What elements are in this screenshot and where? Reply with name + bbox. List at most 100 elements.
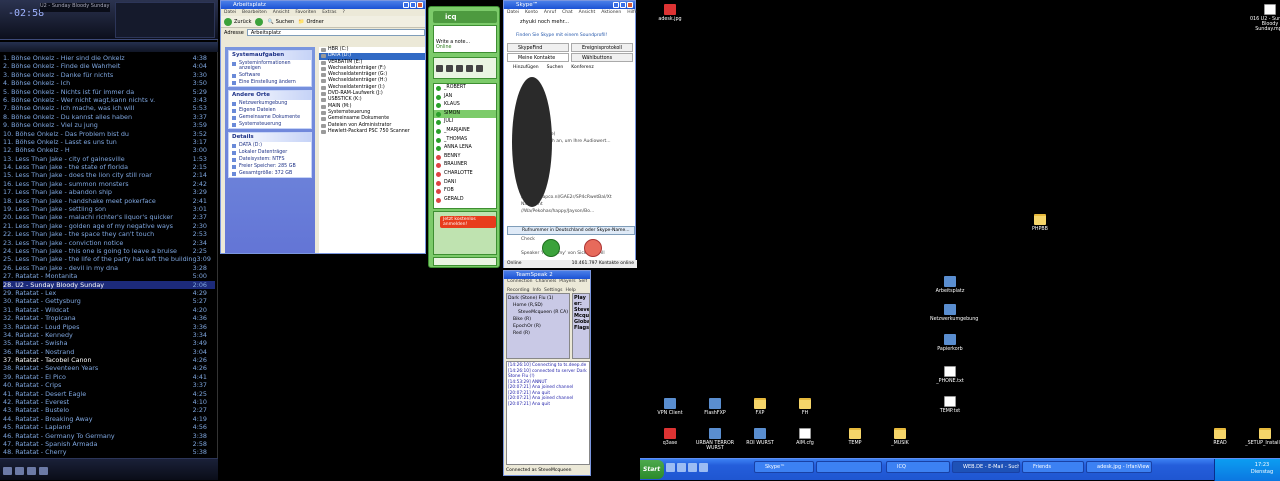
search-icon[interactable] [476,64,483,72]
channel-tree-item[interactable]: Home (R,SD) [508,302,568,309]
skype-contact[interactable]: //Wa/Pekohas/happy/Jayson/Bo... [509,208,634,215]
playlist-item[interactable]: 20. Less Than Jake - malachi richter's l… [3,213,215,221]
tab-ereignisprotokoll[interactable]: Ereignisprotokoll [571,43,633,52]
desktop-icon[interactable]: Netzwerkumgebung [930,304,978,322]
menu-item[interactable]: ? [342,9,344,16]
playlist-item[interactable]: 32. Ratatat - Tropicana 4:36 [3,314,215,322]
back-button[interactable]: Zurück [224,17,251,26]
desktop-icon[interactable]: Arbeitsplatz [930,276,970,294]
playlist-item[interactable]: 8. Böhse Onkelz - Du kannst alles haben 3… [3,113,215,121]
skype-titlebar[interactable]: Skype™ [504,1,635,9]
menu-item[interactable]: Ansicht [273,9,290,16]
desktop-icon[interactable]: FH [785,398,825,416]
playlist-item[interactable]: 35. Ratatat - Swisha 3:49 [3,339,215,347]
tab-waehlbuttons[interactable]: Wählbuttons [571,53,633,62]
desktop-icon[interactable]: FXP [740,398,780,416]
playlist-item[interactable]: 36. Ratatat - Nostrand 3:04 [3,348,215,356]
icq-advert[interactable]: Jetzt kostenlos anmelden! [433,211,497,255]
task-panel-link[interactable]: Netzwerkumgebung [229,100,311,107]
playlist-item[interactable]: 22. Less Than Jake - the space they can'… [3,230,215,238]
search-button[interactable]: 🔍 Suchen [267,19,294,25]
playlist-item[interactable]: 23. Less Than Jake - conviction notice 2:… [3,239,215,247]
icq-contact[interactable]: BENNY [434,153,496,162]
playlist-item[interactable]: 33. Ratatat - Loud Pipes 3:36 [3,323,215,331]
playlist-item[interactable]: 47. Ratatat - Spanish Armada 2:58 [3,440,215,448]
icq-status[interactable]: Online [436,45,494,50]
menu-item[interactable]: Datei [224,9,236,16]
task-panel-link[interactable]: Dateisystem: NTFS [229,156,311,163]
teamspeak-titlebar[interactable]: TeamSpeak 2 [504,271,590,279]
task-panel-link[interactable]: DATA (D:) [229,142,311,149]
menu-item[interactable]: Extras [322,9,336,16]
icq-contact[interactable]: JULI [434,118,496,127]
desktop-icon[interactable]: TEMP.txt [930,396,970,414]
menu-item[interactable]: Bearbeiten [242,9,267,16]
desktop-icon[interactable]: q3ase [650,428,690,446]
menu-item[interactable]: Anruf [544,9,556,16]
icq-contact[interactable]: SIMON [434,109,496,119]
desktop-icon[interactable]: adesk.jpg [650,4,690,22]
menu-item[interactable]: Self [579,279,587,285]
task-panel-link[interactable]: Eine Einstellung ändern [229,79,311,86]
skype-contact[interactable] [509,243,634,250]
task-panel-link[interactable]: Gemeinsame Dokumente [229,114,311,121]
icq-contact[interactable]: GERALD [434,196,496,205]
playlist-item[interactable]: 25. Less Than Jake - the life of the par… [3,255,215,263]
playlist-item[interactable]: 6. Böhse Onkelz - Wer nicht wagt,kann ni… [3,96,215,104]
playlist-item[interactable]: 3. Böhse Onkelz - Danke für nichts 3:30 [3,71,215,79]
drive-item[interactable]: Hewlett-Packard PSC 750 Scanner [319,129,425,135]
task-panel-title[interactable]: Systemaufgaben [229,51,311,60]
icq-contact[interactable]: JAN [434,93,496,102]
playlist-item[interactable]: 5. Böhse Onkelz - Nichts ist für immer d… [3,88,215,96]
add-icon[interactable] [3,467,12,475]
playlist-item[interactable]: 24. Less Than Jake - this one is going t… [3,247,215,255]
skype-promo-link[interactable]: Finden Sie Skype mit einem Soundprofil! [516,33,607,38]
playlist-item[interactable]: 43. Ratatat - Bustelo 2:27 [3,406,215,414]
desktop-icon[interactable]: PHPBB [1020,214,1060,232]
channel-tree-item[interactable]: EpochOr (R) [508,323,568,330]
close-icon[interactable] [627,2,633,8]
desktop-icon[interactable]: FlashFXP [695,398,735,416]
icq-contact[interactable]: DANI [434,179,496,188]
menu-item[interactable]: Channels [535,279,556,285]
skype-contact[interactable]: Speaker 'Fred Army' von Sick Of It All [509,250,634,257]
taskbar-button[interactable]: Friends [1022,461,1084,473]
menu-item[interactable]: Konto [525,9,538,16]
games-icon[interactable] [456,64,463,72]
tab-skypefind[interactable]: SkypeFind [507,43,569,52]
menu-item[interactable]: Favoriten [295,9,316,16]
browser-icon[interactable] [677,463,686,472]
maximize-icon[interactable] [410,2,416,8]
icq-contact[interactable]: _THOMAS [434,136,496,145]
menu-item[interactable]: Ansicht [579,9,596,16]
channel-tree-item[interactable]: Bike (R) [508,316,568,323]
task-panel-link[interactable]: Gesamtgröße: 372 GB [229,170,311,177]
playlist-item[interactable]: 14. Less Than Jake - the state of florid… [3,163,215,171]
playlist-item[interactable]: 38. Ratatat - Seventeen Years 4:26 [3,364,215,372]
playlist-item[interactable]: 39. Ratatat - El Pico 4:41 [3,373,215,381]
playlist-item[interactable]: 44. Ratatat - Breaking Away 4:19 [3,415,215,423]
skype-mood[interactable]: zhyuki noch mehr... [520,19,569,25]
task-panel-link[interactable]: Software [229,72,311,79]
desktop-icon[interactable]: TEMP [835,428,875,446]
clock[interactable]: 17:23 Dienstag [1245,462,1279,476]
desktop-icon[interactable]: URBAN TERROR WURST [695,428,735,451]
task-panel-link[interactable]: Systeminformationen anzeigen [229,60,311,72]
menu-item[interactable]: Chat [562,9,573,16]
playlist-item[interactable]: 27. Ratatat - Montanita 5:00 [3,272,215,280]
playlist-item[interactable]: 13. Less Than Jake - city of gainesville… [3,155,215,163]
menu-item[interactable]: Aktionen [601,9,621,16]
icq-contact[interactable]: _ROBERT [434,84,496,93]
minimize-icon[interactable] [403,2,409,8]
taskbar-button[interactable]: adesk.jpg - IrfanView [1086,461,1152,473]
winamp-playlist[interactable]: 1. Böhse Onkelz - Hier sind die Onkelz 4:… [3,54,215,457]
playlist-item[interactable]: 10. Böhse Onkelz - Das Problem bist du 3:… [3,130,215,138]
address-input[interactable]: Arbeitsplatz [246,29,425,36]
playlist-item[interactable]: 4. Böhse Onkelz - Ich 3:50 [3,79,215,87]
taskbar-button[interactable]: WEB.DE - E-Mail - Sucho... [952,461,1020,473]
icq-header[interactable]: icq [433,11,497,23]
taskbar-button[interactable] [816,461,882,473]
teamspeak-channel-tree[interactable]: Dark (Stone) Flu (1) Home (R,SD) SteveMcqu… [506,293,570,359]
playlist-item[interactable]: 18. Less Than Jake - handshake meet poke… [3,197,215,205]
icq-contact[interactable]: ANNA LENA [434,144,496,153]
